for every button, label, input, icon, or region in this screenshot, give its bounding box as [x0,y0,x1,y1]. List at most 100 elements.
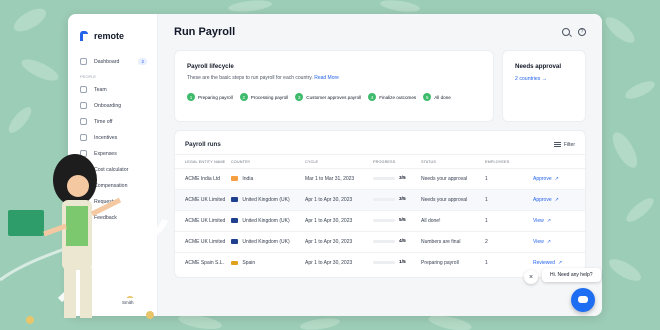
chat-launcher-button[interactable] [571,288,595,312]
sidebar-item-cost-calculator[interactable]: Cost calculator [68,162,157,177]
sidebar-item-compensation[interactable]: Compensation [68,178,157,193]
employees-cell: 1 [485,210,533,232]
brand[interactable]: remote [68,14,157,46]
progress-count: 3/5 [399,176,406,181]
requests-icon [80,198,87,205]
payroll-runs-card: Payroll runs Filter LEGAL ENTITY NAME CO… [174,130,586,278]
progress-bar [373,240,395,243]
step-number: 3 [295,93,304,101]
lifecycle-subtitle-text: These are the basic steps to run payroll… [187,75,313,81]
progress-bar [373,198,395,201]
topbar: Run Payroll [158,14,602,50]
topbar-icons [562,28,586,36]
sidebar-item-label: Incentives [94,134,118,141]
sidebar-item-label: Requests [94,198,116,205]
expenses-icon [80,150,87,157]
dashboard-icon [80,58,87,65]
needs-approval-card: Needs approval 2 countries → [502,50,586,122]
filter-button[interactable]: Filter [553,142,575,148]
filter-icon [553,142,561,147]
step-number: 1 [187,93,195,101]
column-header[interactable]: PROGRESS [373,155,421,169]
employees-cell: 1 [485,168,533,190]
action-cell: View ↗ [533,210,585,232]
table-row[interactable]: ACME UK Limited United Kingdom (UK) Apr … [175,210,585,232]
external-link-icon: ↗ [546,239,551,245]
chat-close-button[interactable]: × [524,270,538,284]
lifecycle-step: 4 Finalize outcomes [368,93,416,101]
column-header[interactable]: CYCLE [305,155,373,169]
sidebar: remote Dashboard 2 PEOPLE Team Onboardin… [68,14,158,316]
column-header[interactable]: COUNTRY [231,155,305,169]
sidebar-item-feedback[interactable]: Feedback [68,210,157,225]
step-label: Preparing payroll [198,94,233,100]
country-flag-icon [231,218,238,223]
step-number: 5 [423,93,432,101]
country-cell: United Kingdom (UK) [231,210,305,232]
employees-cell: 1 [485,252,533,274]
cycle-cell: Mar 1 to Mar 31, 2023 [305,168,373,190]
sidebar-item-dashboard[interactable]: Dashboard 2 [68,54,157,69]
country-flag-icon [231,176,238,181]
sidebar-item-incentives[interactable]: Incentives [68,130,157,145]
cycle-cell: Apr 1 to Apr 30, 2023 [305,231,373,253]
progress-indicator: 1/5 [373,260,406,265]
entity-cell: ACME UK Limited [175,189,231,211]
row-action-label: Approve [533,176,552,182]
chat-greeting-bubble[interactable]: Hi. Need any help? [542,268,601,282]
row-action-link[interactable]: Approve ↗ [533,197,559,203]
country-name: United Kingdom (UK) [242,218,290,224]
column-header-actions [533,155,585,169]
sidebar-item-team[interactable]: Team [68,82,157,97]
step-number: 4 [368,93,377,101]
employees-cell: 1 [485,189,533,211]
progress-cell: 5/5 [373,210,421,232]
progress-indicator: 5/5 [373,218,406,223]
app-window: remote Dashboard 2 PEOPLE Team Onboardin… [68,14,602,316]
table-row[interactable]: ACME UK Limited United Kingdom (UK) Apr … [175,189,585,211]
external-link-icon: ↗ [554,176,559,182]
progress-cell: 3/5 [373,168,421,190]
external-link-icon: ↗ [554,197,559,203]
status-cell: Needs your approval [421,189,485,211]
country-flag-icon [231,260,238,266]
cycle-cell: Apr 1 to Apr 30, 2023 [305,252,373,274]
sidebar-item-requests[interactable]: Requests [68,194,157,209]
row-action-link[interactable]: View ↗ [533,218,551,224]
sidebar-item-onboarding[interactable]: Onboarding [68,98,157,113]
row-action-link[interactable]: View ↗ [533,239,551,245]
help-icon[interactable] [578,28,586,36]
row-action-link[interactable]: Approve ↗ [533,176,559,182]
column-header[interactable]: EMPLOYEES [485,155,533,169]
column-header[interactable]: STATUS [421,155,485,169]
country-cell: Spain [231,252,305,274]
lifecycle-steps: 1 Preparing payroll 2 Processing payroll… [187,93,481,101]
action-cell: Approve ↗ [533,168,585,190]
page-title: Run Payroll [174,26,236,38]
entity-cell: ACME UK Limited [175,210,231,232]
row-action-label: View [533,218,544,224]
country-cell: India [231,168,305,190]
progress-cell: 1/5 [373,252,421,274]
lifecycle-step: 3 Customer approves payroll [295,93,361,101]
sidebar-item-label: Feedback [94,214,117,221]
progress-count: 5/5 [399,218,406,223]
progress-cell: 3/5 [373,189,421,211]
search-icon[interactable] [562,28,570,36]
table-row[interactable]: ACME UK Limited United Kingdom (UK) Apr … [175,231,585,253]
column-header[interactable]: LEGAL ENTITY NAME [175,155,231,169]
entity-cell: ACME UK Limited [175,231,231,253]
needs-approval-link[interactable]: 2 countries → [515,76,573,82]
onboarding-icon [80,102,87,109]
table-row[interactable]: ACME India Ltd India Mar 1 to Mar 31, 20… [175,168,585,190]
progress-indicator: 3/5 [373,197,406,202]
user-name-tooltip: Smith [118,298,138,307]
read-more-link[interactable]: Read More [314,75,339,81]
row-action-link[interactable]: Reviewed ↗ [533,260,562,266]
table-row[interactable]: ACME Spain S.L. Spain Apr 1 to Apr 30, 2… [175,252,585,274]
team-icon [80,86,87,93]
payroll-runs-title: Payroll runs [185,141,221,148]
sidebar-item-label: Time off [94,118,113,125]
sidebar-item-time-off[interactable]: Time off [68,114,157,129]
sidebar-item-expenses[interactable]: Expenses [68,146,157,161]
